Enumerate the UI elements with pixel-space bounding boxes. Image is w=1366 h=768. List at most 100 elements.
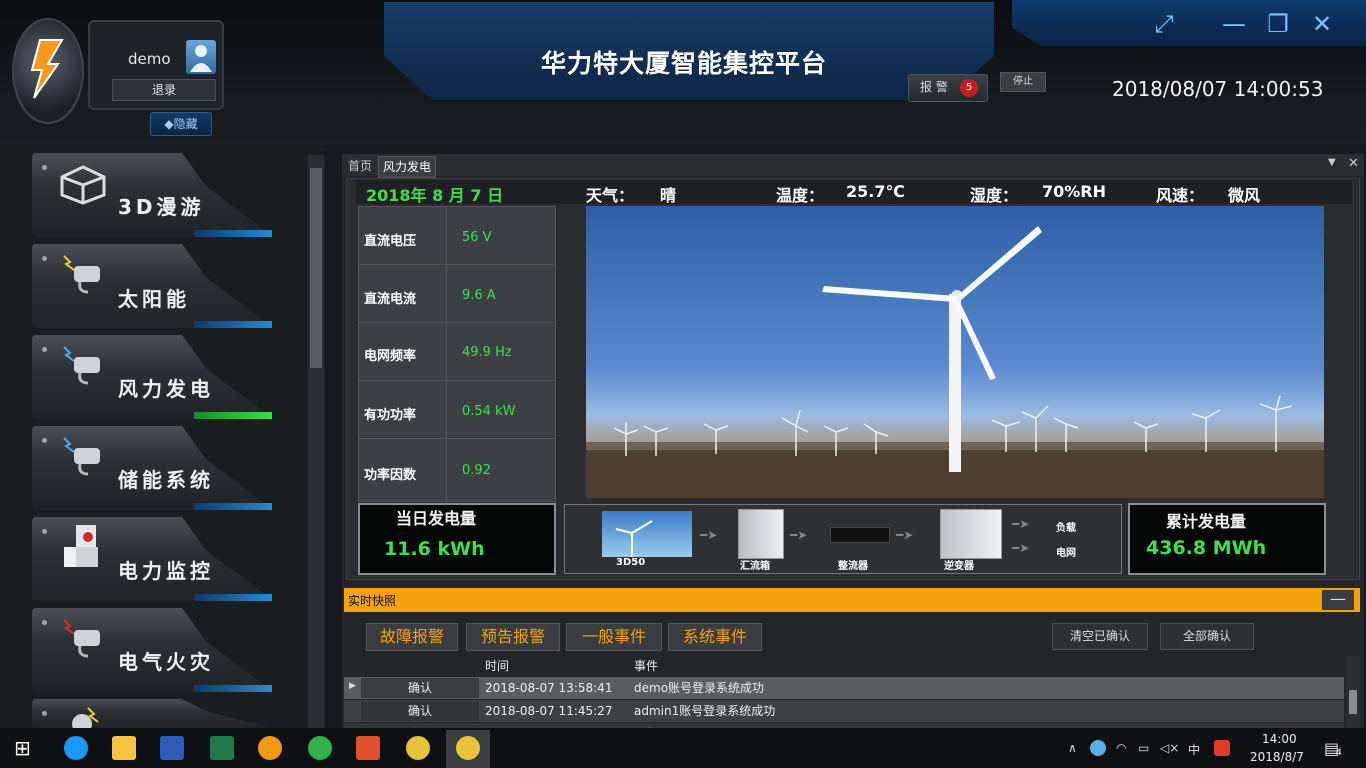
flow-arrow-icon: ━➤ <box>1012 517 1030 531</box>
param-value: 9.6 A <box>462 288 496 303</box>
nav-dot <box>42 256 47 261</box>
collapse-panel-button[interactable]: — <box>1322 590 1354 610</box>
windows-start-icon[interactable]: ⊞ <box>14 738 31 758</box>
cube-3d-icon <box>58 165 108 205</box>
excel-icon[interactable] <box>210 736 234 760</box>
pie-app-icon[interactable] <box>406 736 430 760</box>
rectifier-label: 整流器 <box>838 561 868 572</box>
combiner-box-icon <box>738 509 784 559</box>
sidebar-item-label: 电力监控 <box>118 559 214 583</box>
taskbar-clock-date[interactable]: 2018/8/7 <box>1250 750 1304 764</box>
app-orange-icon[interactable] <box>258 736 282 760</box>
event-time: 2018-08-07 11:45:27 <box>485 704 613 718</box>
bulb-icon <box>58 706 108 728</box>
file-explorer-icon[interactable] <box>112 736 136 760</box>
app-title: 华力特大厦智能集控平台 <box>540 49 827 78</box>
event-text: demo账号登录系统成功 <box>634 681 765 695</box>
param-value: 49.9 Hz <box>462 345 512 360</box>
nav-dot <box>42 529 47 534</box>
temperature-value: 25.7℃ <box>846 182 905 201</box>
nav-dot <box>42 711 47 716</box>
param-name: 有功功率 <box>364 408 417 423</box>
flow-arrow-icon: ━➤ <box>700 528 718 542</box>
tab-bar <box>342 154 1364 176</box>
humidity-value: 70%RH <box>1042 182 1107 201</box>
stop-button[interactable]: 停止 <box>1000 72 1046 92</box>
tray-expand-icon[interactable]: ∧ <box>1068 741 1077 755</box>
confirm-button[interactable]: 确认 <box>408 700 432 722</box>
realtime-snapshot-bar <box>344 588 1360 612</box>
weather-label: 天气： <box>586 186 635 205</box>
daily-generation-value: 11.6 kWh <box>384 538 485 560</box>
nav-indicator-active <box>194 412 272 419</box>
tab-system-events[interactable]: 系统事件 <box>668 623 762 651</box>
events-scroll-thumb[interactable] <box>1349 690 1357 714</box>
realtime-snapshot-title: 实时快照 <box>348 594 397 608</box>
restore-icon[interactable]: ❐ <box>1262 10 1294 38</box>
sidebar-item-label: 电气火灾 <box>118 650 214 674</box>
inverter-icon <box>940 509 1002 559</box>
nav-dot <box>42 620 47 625</box>
user-name: demo <box>128 50 171 68</box>
nav-indicator <box>194 685 272 692</box>
daily-generation-title: 当日发电量 <box>396 509 477 528</box>
tab-home[interactable]: 首页 <box>344 156 376 176</box>
confirm-button[interactable]: 确认 <box>408 677 432 699</box>
sidebar-item-label: 储能系统 <box>118 468 214 492</box>
fullscreen-icon[interactable]: ⤢ <box>1148 10 1180 38</box>
plug-solar-icon <box>58 252 108 294</box>
param-name: 功率因数 <box>364 468 417 483</box>
tab-wind-power[interactable]: 风力发电 <box>378 156 437 178</box>
power-monitor-icon <box>58 523 108 567</box>
logout-button[interactable]: 退录 <box>112 79 216 101</box>
word-icon[interactable] <box>160 736 184 760</box>
event-text: admin1账号登录系统成功 <box>634 704 776 718</box>
hide-sidebar-button[interactable]: ◆隐藏 <box>150 112 212 136</box>
load-label: 负载 <box>1056 523 1076 534</box>
plug-storage-icon <box>58 434 108 476</box>
plug-wind-icon <box>58 343 108 385</box>
minimize-icon[interactable]: — <box>1218 10 1250 38</box>
flow-arrow-icon: ━➤ <box>1012 541 1030 555</box>
tab-general-events[interactable]: 一般事件 <box>566 623 662 651</box>
taskbar-clock-time[interactable]: 14:00 <box>1262 732 1297 746</box>
flow-arrow-icon: ━➤ <box>896 528 914 542</box>
total-generation-value: 436.8 MWh <box>1146 537 1267 559</box>
tab-close-icon[interactable]: ✕ <box>1348 156 1359 171</box>
battery-icon[interactable]: ▭ <box>1138 741 1149 755</box>
param-name: 直流电压 <box>364 234 417 249</box>
close-icon[interactable]: ✕ <box>1306 10 1338 38</box>
search-icon[interactable] <box>64 736 88 760</box>
plug-fire-icon <box>58 616 108 658</box>
ime-indicator[interactable]: 中 <box>1188 741 1200 758</box>
temperature-label: 温度： <box>776 186 825 205</box>
inverter-label: 逆变器 <box>944 561 974 572</box>
nav-indicator <box>194 321 272 328</box>
app-logo <box>12 18 84 124</box>
tray-app-icon[interactable] <box>1090 740 1106 756</box>
volume-muted-icon[interactable]: ◁× <box>1160 741 1179 755</box>
tab-dropdown-icon[interactable]: ▼ <box>1328 157 1336 168</box>
sogou-ime-icon[interactable] <box>1214 740 1230 756</box>
pie-app-active-icon[interactable] <box>456 736 480 760</box>
column-header-event: 事件 <box>634 659 659 673</box>
clear-confirmed-button[interactable]: 清空已确认 <box>1052 623 1148 650</box>
rectifier-icon <box>830 527 890 543</box>
confirm-all-button[interactable]: 全部确认 <box>1160 623 1254 650</box>
alarm-label: 报 警 <box>920 80 948 94</box>
tab-fault-alarm[interactable]: 故障报警 <box>366 623 458 651</box>
current-datetime: 2018/08/07 14:00:53 <box>1112 77 1324 101</box>
notification-count: 4 <box>1336 748 1342 758</box>
presentation-icon[interactable] <box>356 736 380 760</box>
tab-warning-alarm[interactable]: 预告报警 <box>466 623 560 651</box>
nav-dot <box>42 347 47 352</box>
row-pointer-icon: ▶ <box>349 681 356 691</box>
combiner-label: 汇流箱 <box>740 561 770 572</box>
alarm-count-badge: 5 <box>960 79 978 97</box>
nav-indicator <box>194 594 272 601</box>
wechat-icon[interactable] <box>308 736 332 760</box>
total-generation-title: 累计发电量 <box>1166 512 1247 531</box>
nav-dot <box>42 165 47 170</box>
wifi-icon[interactable]: ◠ <box>1116 741 1126 755</box>
sidebar-scroll-thumb[interactable] <box>310 168 322 368</box>
